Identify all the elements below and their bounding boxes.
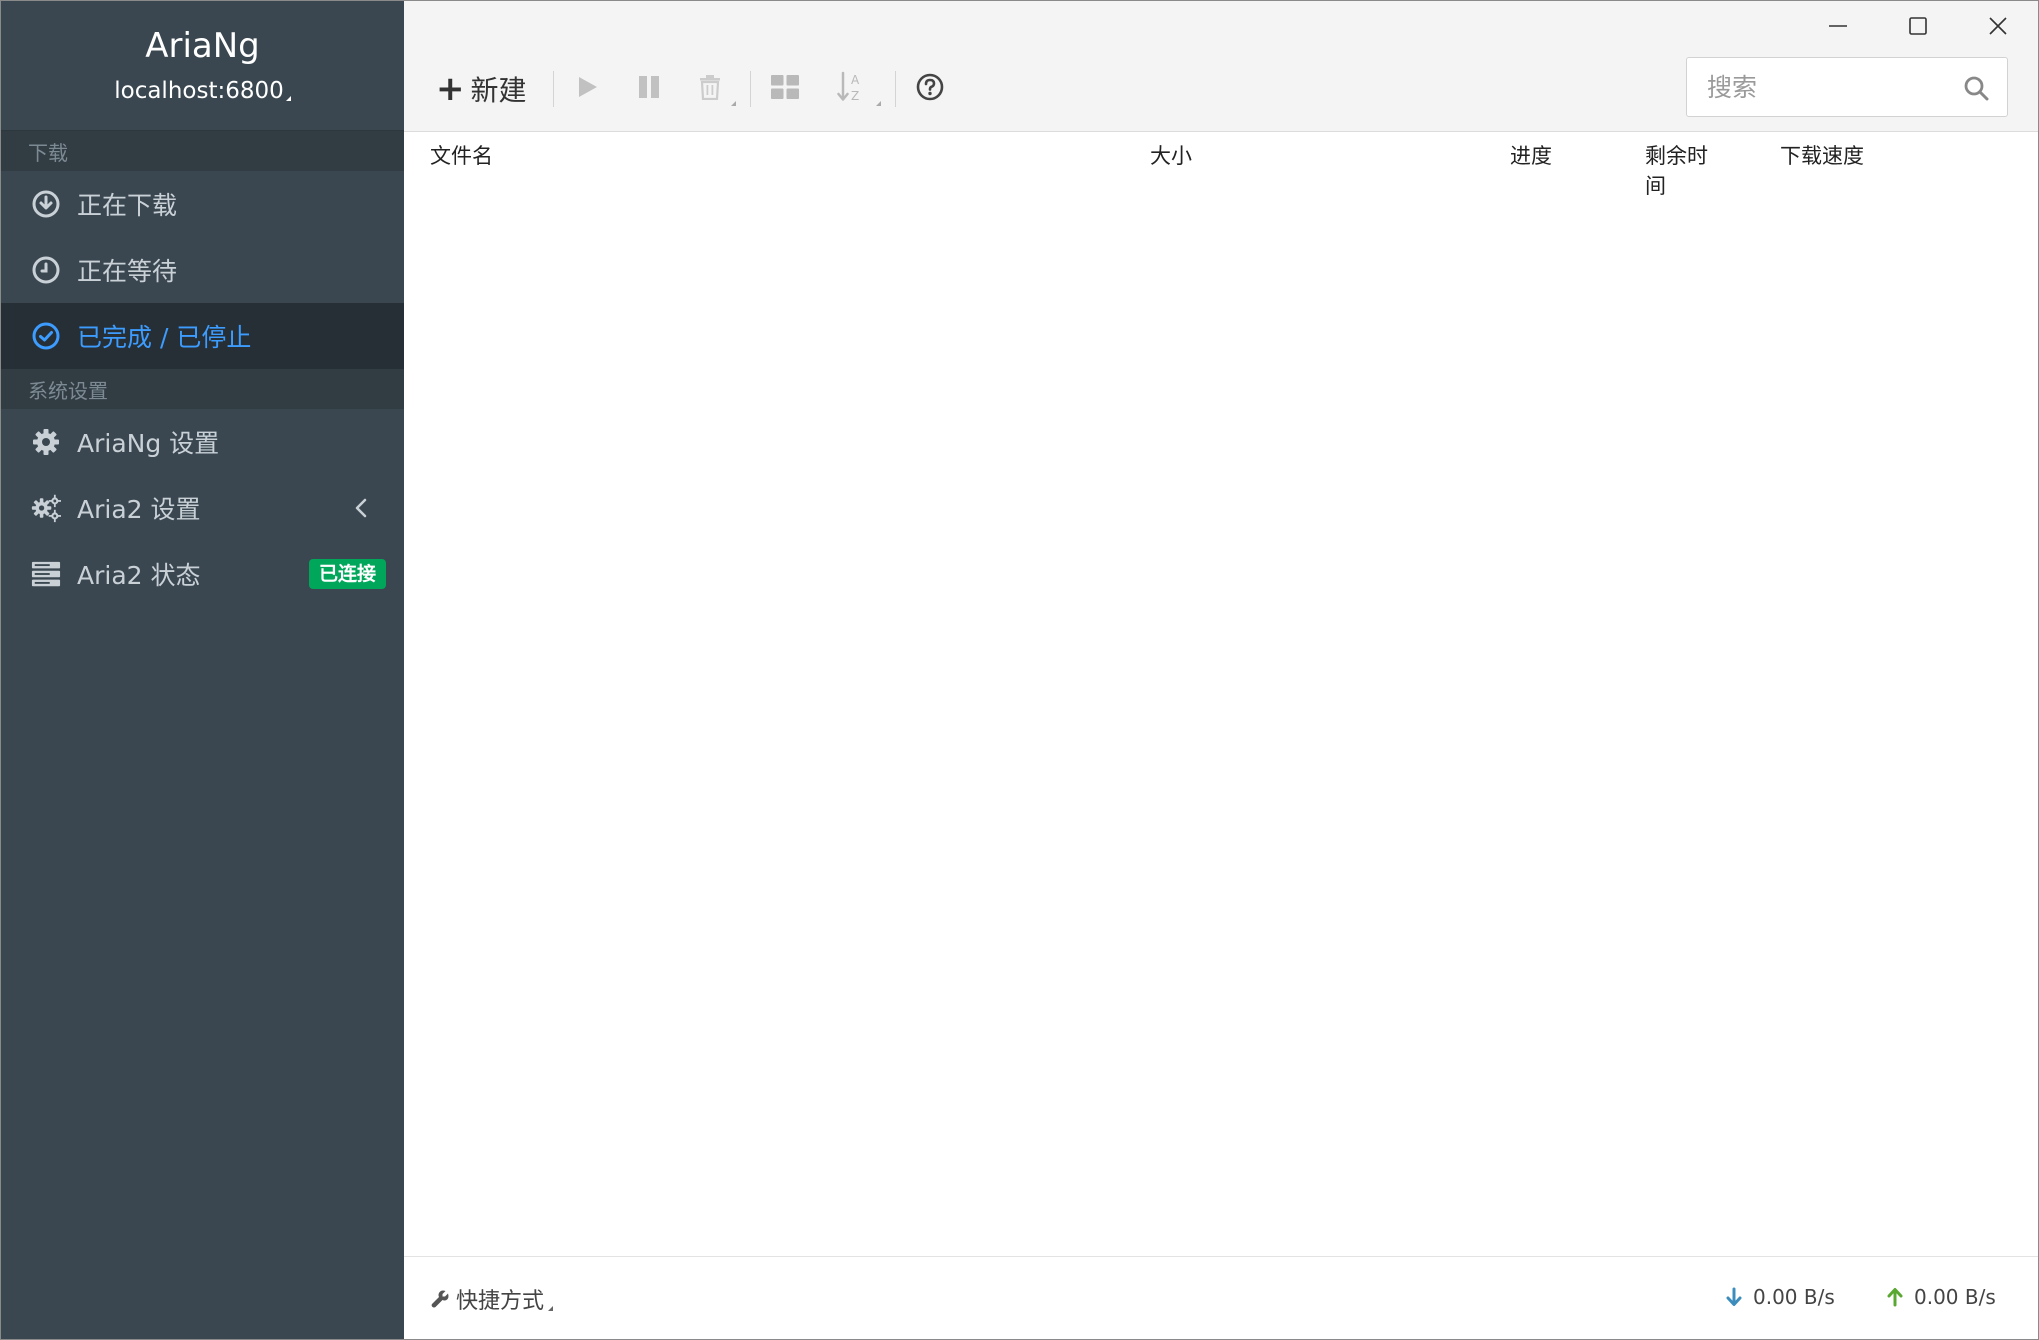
- rpc-host-selector[interactable]: localhost:6800: [1, 71, 404, 111]
- shortcut-dropdown-icon: [548, 1305, 554, 1311]
- sidebar-item-downloading[interactable]: 正在下载: [1, 171, 404, 237]
- toolbar-divider: [552, 71, 554, 107]
- sidebar-item-label: Aria2 设置: [77, 495, 201, 524]
- app-title: AriaNg: [145, 26, 260, 66]
- column-header-size[interactable]: 大小: [1150, 141, 1192, 171]
- upload-speed-value: 0.00 B/s: [1914, 1285, 1996, 1309]
- plus-icon: +: [436, 69, 465, 109]
- wrench-icon: [430, 1289, 450, 1309]
- brand-header: AriaNg localhost:6800: [1, 1, 404, 131]
- search-field[interactable]: [1686, 57, 2008, 117]
- column-header-filename[interactable]: 文件名: [430, 141, 493, 171]
- sidebar-item-aria2-settings[interactable]: Aria2 设置: [1, 475, 404, 541]
- help-button[interactable]: [908, 66, 952, 112]
- host-dropdown-icon: [285, 96, 291, 101]
- svg-text:Z: Z: [851, 89, 859, 103]
- toolbar-divider: [894, 71, 896, 107]
- check-circle-icon: [31, 321, 61, 351]
- rpc-host-label: localhost:6800: [114, 78, 284, 104]
- sidebar-item-stopped[interactable]: 已完成 / 已停止: [1, 303, 404, 369]
- svg-text:A: A: [851, 73, 860, 87]
- maximize-button[interactable]: [1878, 1, 1958, 55]
- toolbar-divider: [749, 71, 751, 107]
- search-input[interactable]: [1687, 59, 1937, 115]
- arrow-down-icon: [1725, 1287, 1743, 1307]
- server-icon: [31, 559, 61, 589]
- close-icon: [1988, 16, 2008, 40]
- gear-icon: [31, 427, 61, 457]
- column-header-speed[interactable]: 下载速度: [1780, 141, 1864, 171]
- upload-speed-indicator: 0.00 B/s: [1886, 1285, 1996, 1309]
- download-speed-value: 0.00 B/s: [1753, 1285, 1835, 1309]
- arrow-up-icon: [1886, 1287, 1904, 1307]
- maximize-icon: [1908, 16, 1928, 40]
- search-icon[interactable]: [1961, 73, 1991, 103]
- sidebar: AriaNg localhost:6800 下载 正在下载 正在等待 已完成 /…: [1, 1, 404, 1339]
- display-mode-button[interactable]: [763, 66, 807, 112]
- sort-alpha-icon: AZ: [836, 71, 867, 107]
- trash-icon: [698, 74, 722, 104]
- grid-icon: [770, 75, 799, 103]
- sidebar-item-ariang-settings[interactable]: AriaNg 设置: [1, 409, 404, 475]
- connection-status-badge: 已连接: [308, 559, 386, 589]
- window-controls: [1798, 1, 2038, 55]
- task-table-header: 文件名 大小 进度 剩余时间 下载速度: [404, 133, 2038, 203]
- sort-button[interactable]: AZ: [829, 66, 883, 112]
- sidebar-item-label: AriaNg 设置: [77, 429, 220, 458]
- toolbar-buttons: + 新建 A Z: [428, 65, 952, 113]
- delete-dropdown-icon: [730, 101, 736, 106]
- sidebar-item-label: 正在下载: [77, 191, 178, 220]
- new-task-button[interactable]: + 新建: [428, 66, 541, 112]
- pause-button[interactable]: [628, 66, 670, 112]
- pause-icon: [636, 74, 662, 104]
- sidebar-item-label: Aria2 状态: [77, 561, 201, 590]
- delete-button[interactable]: [690, 66, 738, 112]
- sort-dropdown-icon: [875, 101, 881, 106]
- app-window: AriaNg localhost:6800 下载 正在下载 正在等待 已完成 /…: [0, 0, 2039, 1340]
- section-header-settings: 系统设置: [1, 369, 404, 409]
- sidebar-item-aria2-status[interactable]: Aria2 状态 已连接: [1, 541, 404, 607]
- sidebar-item-label: 已完成 / 已停止: [77, 323, 252, 352]
- shortcut-menu-button[interactable]: 快捷方式: [430, 1283, 554, 1315]
- column-header-remaining[interactable]: 剩余时间: [1645, 141, 1715, 201]
- toolbar: + 新建 A Z 搜索: [404, 1, 2038, 132]
- chevron-left-icon: [348, 495, 374, 521]
- question-circle-icon: [916, 73, 944, 105]
- start-button[interactable]: [566, 66, 608, 112]
- sidebar-item-waiting[interactable]: 正在等待: [1, 237, 404, 303]
- shortcut-label: 快捷方式: [456, 1289, 545, 1314]
- main-panel: + 新建 A Z 搜索 文件名 大小 进度 剩余时间 下载速度 快捷方式 0.0…: [404, 1, 2038, 1339]
- minimize-button[interactable]: [1798, 1, 1878, 55]
- play-icon: [574, 74, 600, 104]
- close-button[interactable]: [1958, 1, 2038, 55]
- sidebar-item-label: 正在等待: [77, 257, 178, 286]
- minimize-icon: [1828, 16, 1848, 40]
- column-header-progress[interactable]: 进度: [1510, 141, 1552, 171]
- status-footer: 快捷方式 0.00 B/s 0.00 B/s: [404, 1256, 2038, 1339]
- section-header-download: 下载: [1, 131, 404, 171]
- gears-icon: [31, 493, 61, 523]
- download-speed-indicator: 0.00 B/s: [1725, 1285, 1835, 1309]
- download-circle-icon: [31, 189, 61, 219]
- new-task-label: 新建: [470, 74, 527, 107]
- clock-icon: [31, 255, 61, 285]
